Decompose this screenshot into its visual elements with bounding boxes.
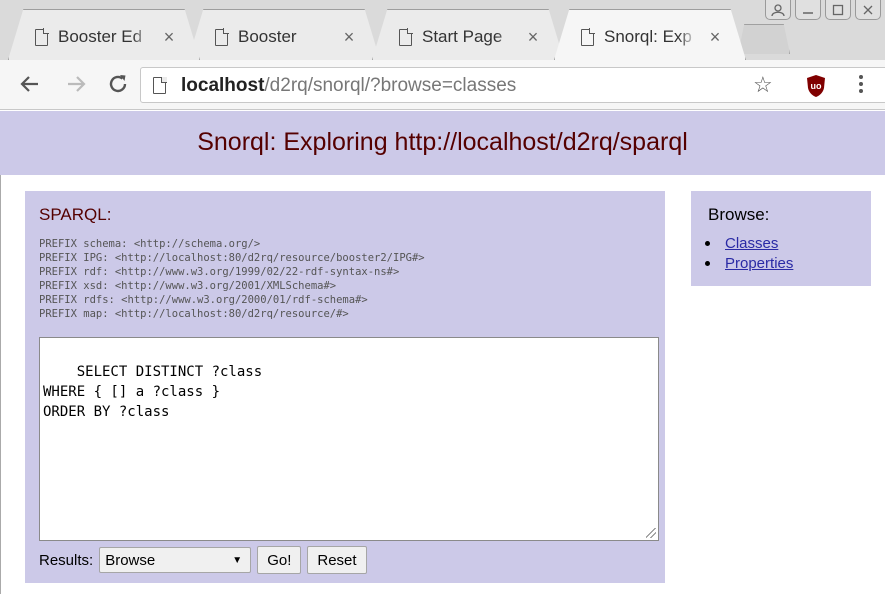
tab-booster-ed[interactable]: Booster Ed × bbox=[8, 9, 200, 60]
forward-arrow-icon[interactable] bbox=[62, 72, 90, 100]
go-button[interactable]: Go! bbox=[257, 546, 302, 574]
properties-link[interactable]: Properties bbox=[725, 255, 793, 272]
page-edge bbox=[0, 175, 8, 594]
list-item: Properties bbox=[705, 253, 793, 273]
ublock-shield-icon[interactable]: uo bbox=[805, 74, 827, 98]
new-tab-button[interactable] bbox=[738, 24, 790, 54]
address-bar[interactable]: localhost/d2rq/snorql/?browse=classes ☆ bbox=[140, 67, 885, 103]
page-icon bbox=[581, 28, 595, 46]
resize-handle-icon[interactable] bbox=[646, 528, 656, 538]
close-window-icon[interactable] bbox=[855, 0, 881, 20]
svg-text:uo: uo bbox=[811, 81, 822, 91]
page-icon bbox=[35, 28, 49, 46]
tab-snorql[interactable]: Snorql: Exp × bbox=[554, 9, 746, 60]
back-arrow-icon[interactable] bbox=[16, 72, 44, 100]
results-label: Results: bbox=[39, 551, 94, 569]
results-select-value: Browse bbox=[105, 551, 156, 569]
bullet-icon bbox=[705, 260, 710, 266]
prefix-line: PREFIX rdf: <http://www.w3.org/1999/02/2… bbox=[39, 266, 400, 278]
dropdown-arrow-icon: ▼ bbox=[232, 554, 243, 566]
prefix-line: PREFIX schema: <http://schema.org/> bbox=[39, 238, 261, 250]
bookmark-star-icon[interactable]: ☆ bbox=[753, 72, 773, 98]
list-item: Classes bbox=[705, 233, 793, 253]
prefix-line: PREFIX IPG: <http://localhost:80/d2rq/re… bbox=[39, 252, 425, 264]
reload-icon[interactable] bbox=[104, 72, 132, 100]
prefix-list: PREFIX schema: <http://schema.org/> PREF… bbox=[39, 237, 425, 321]
prefix-line: PREFIX xsd: <http://www.w3.org/2001/XMLS… bbox=[39, 280, 337, 292]
results-select[interactable]: Browse ▼ bbox=[99, 547, 252, 573]
sparql-panel: SPARQL: PREFIX schema: <http://schema.or… bbox=[25, 191, 665, 583]
reset-button[interactable]: Reset bbox=[307, 546, 367, 574]
results-controls: Results: Browse ▼ Go! Reset bbox=[39, 546, 367, 574]
maximize-icon[interactable] bbox=[825, 0, 851, 20]
page-header: Snorql: Exploring http://localhost/d2rq/… bbox=[0, 111, 885, 175]
user-icon[interactable] bbox=[765, 0, 791, 20]
prefix-line: PREFIX rdfs: <http://www.w3.org/2000/01/… bbox=[39, 294, 368, 306]
browse-links: Classes Properties bbox=[705, 233, 793, 273]
classes-link[interactable]: Classes bbox=[725, 235, 778, 252]
bullet-icon bbox=[705, 240, 710, 246]
close-icon[interactable]: × bbox=[341, 27, 357, 48]
minimize-icon[interactable] bbox=[795, 0, 821, 20]
menu-dots-icon[interactable] bbox=[857, 74, 865, 94]
browse-title: Browse: bbox=[708, 205, 770, 224]
close-icon[interactable]: × bbox=[707, 27, 723, 48]
tab-title: Snorql: Exp bbox=[604, 27, 692, 46]
sparql-label: SPARQL: bbox=[39, 205, 112, 224]
browse-panel: Browse: Classes Properties bbox=[691, 191, 871, 286]
url-text[interactable]: localhost/d2rq/snorql/?browse=classes bbox=[181, 75, 516, 97]
query-textarea[interactable]: SELECT DISTINCT ?class WHERE { [] a ?cla… bbox=[39, 337, 659, 541]
page-info-icon[interactable] bbox=[153, 76, 167, 94]
close-icon[interactable]: × bbox=[161, 27, 177, 48]
query-text[interactable]: SELECT DISTINCT ?class WHERE { [] a ?cla… bbox=[43, 364, 262, 420]
tab-title: Start Page bbox=[422, 27, 503, 46]
tab-start-page[interactable]: Start Page × bbox=[372, 9, 564, 60]
tab-title: Booster Ed bbox=[58, 27, 143, 46]
page-title: Snorql: Exploring http://localhost/d2rq/… bbox=[197, 128, 688, 156]
browser-toolbar: localhost/d2rq/snorql/?browse=classes ☆ bbox=[0, 60, 885, 110]
window-controls bbox=[765, 0, 881, 22]
page-icon bbox=[399, 28, 413, 46]
prefix-line: PREFIX map: <http://localhost:80/d2rq/re… bbox=[39, 308, 349, 320]
page-icon bbox=[215, 28, 229, 46]
close-icon[interactable]: × bbox=[525, 27, 541, 48]
tab-title: Booster bbox=[238, 27, 297, 46]
browser-titlebar: Booster Ed × Booster × Start Page × Snor… bbox=[0, 0, 885, 60]
tab-booster[interactable]: Booster × bbox=[188, 9, 380, 60]
